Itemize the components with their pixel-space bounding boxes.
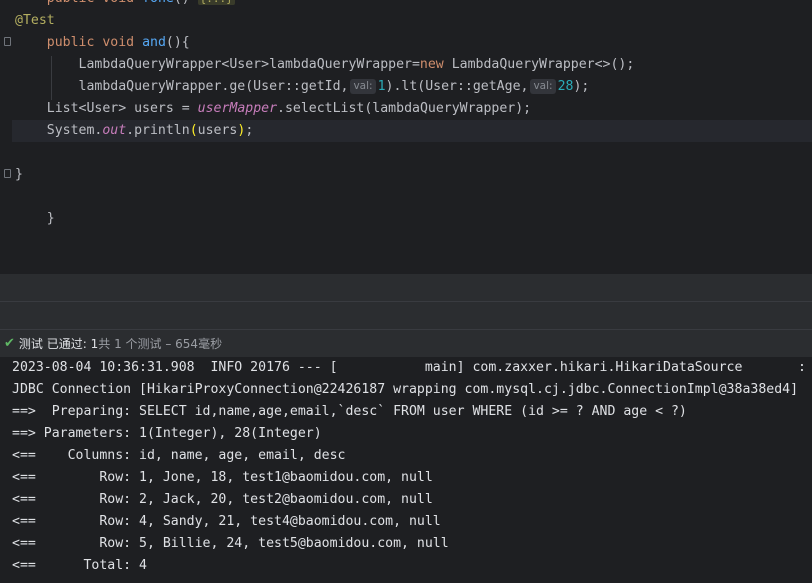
code-line[interactable]: lambdaQueryWrapper.ge(User::getId, val: 1)…	[15, 76, 589, 98]
fold-marker-icon[interactable]	[4, 169, 11, 178]
code-token: .println	[126, 123, 190, 138]
status-passed-count: 1	[90, 336, 99, 351]
code-token: List<User>	[15, 101, 135, 116]
code-token: 28	[557, 79, 574, 94]
code-token: users	[134, 101, 174, 116]
code-token: System.	[15, 123, 103, 138]
code-token: public	[47, 0, 95, 6]
status-passed: 已通过:	[46, 337, 87, 351]
code-token: LambdaQueryWrapper<>();	[443, 57, 635, 72]
code-token: ;	[245, 123, 254, 138]
fold-marker-icon[interactable]	[4, 37, 11, 46]
code-token: {...}	[197, 0, 235, 5]
console-line: <== Row: 4, Sandy, 21, test4@baomidou.co…	[12, 514, 441, 529]
code-token: userMapper	[197, 101, 278, 116]
code-token: }	[15, 167, 23, 182]
code-line[interactable]: System.out.println(users);	[12, 120, 812, 142]
status-label: 测试	[18, 337, 43, 351]
console-output[interactable]: 2023-08-04 10:36:31.908 INFO 20176 --- […	[0, 357, 812, 583]
code-token: users	[197, 123, 238, 138]
code-token: @Test	[15, 13, 55, 28]
code-line[interactable]: @Test	[15, 10, 55, 32]
code-token: new	[419, 57, 444, 72]
run-toolbar	[0, 301, 812, 329]
code-line[interactable]: }	[15, 208, 55, 230]
code-token: fone	[142, 0, 174, 6]
test-status-bar: ✔ 测试 已通过: 1 共 1 个测试 – 654毫秒	[0, 329, 812, 357]
code-token: and	[142, 35, 166, 50]
console-line: JDBC Connection [HikariProxyConnection@2…	[12, 382, 799, 397]
check-icon: ✔	[4, 336, 15, 351]
code-token: .selectList(lambdaQueryWrapper);	[277, 101, 532, 116]
panel-divider[interactable]	[0, 273, 812, 302]
console-line: <== Row: 5, Billie, 24, test5@baomidou.c…	[12, 536, 449, 551]
code-line[interactable]: List<User> users = userMapper.selectList…	[15, 98, 531, 120]
code-line[interactable]: }	[15, 164, 23, 186]
code-token: ()	[174, 0, 198, 6]
code-token: (	[189, 123, 198, 138]
code-token: void	[102, 0, 134, 6]
status-summary: 共 1 个测试 – 654毫秒	[98, 337, 223, 351]
code-token: void	[102, 35, 135, 50]
code-token: out	[102, 123, 127, 138]
code-token: public	[46, 35, 95, 50]
code-line[interactable]: LambdaQueryWrapper<User>lambdaQueryWrapp…	[15, 54, 635, 76]
code-token: =	[173, 101, 198, 116]
code-token: ).lt(User::getAge,	[385, 79, 529, 94]
console-line: ==> Preparing: SELECT id,name,age,email,…	[12, 404, 687, 419]
code-token: );	[573, 79, 590, 94]
code-line[interactable]: public void and(){	[15, 32, 190, 54]
code-token: }	[15, 211, 55, 226]
console-line: <== Row: 1, Jone, 18, test1@baomidou.com…	[12, 470, 433, 485]
code-editor[interactable]: public void fone() {...} @Test public voi…	[0, 0, 812, 273]
param-hint: val:	[350, 79, 376, 94]
console-line: <== Row: 2, Jack, 20, test2@baomidou.com…	[12, 492, 433, 507]
code-token: lambdaQueryWrapper.ge(User::getId,	[15, 79, 349, 94]
param-hint: val:	[530, 79, 556, 94]
code-token: LambdaQueryWrapper<User>lambdaQueryWrapp…	[15, 57, 420, 72]
console-line: <== Total: 4	[12, 558, 147, 573]
code-token: (){	[165, 35, 190, 50]
console-line: 2023-08-04 10:36:31.908 INFO 20176 --- […	[12, 360, 806, 375]
console-line: ==> Parameters: 1(Integer), 28(Integer)	[12, 426, 322, 441]
code-token: 1	[377, 79, 386, 94]
console-line: <== Columns: id, name, age, email, desc	[12, 448, 346, 463]
code-line[interactable]: public void fone() {...}	[15, 0, 235, 10]
